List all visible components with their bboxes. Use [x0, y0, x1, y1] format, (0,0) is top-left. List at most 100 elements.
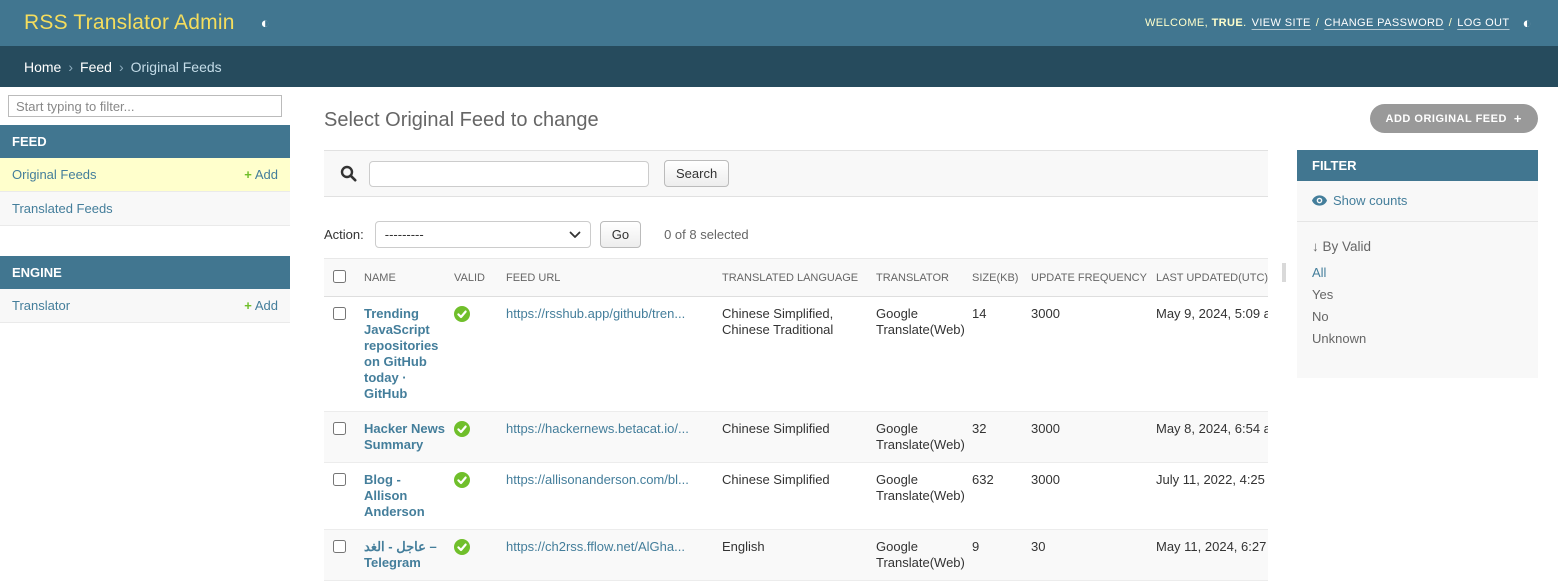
sidebar-section-feed: FEED Original Feeds +Add Translated Feed…	[0, 125, 290, 226]
view-site-link[interactable]: VIEW SITE	[1252, 17, 1311, 29]
feed-url-link[interactable]: https://ch2rss.fflow.net/AlGha...	[506, 539, 714, 555]
filter-group-title: ↓ By Valid	[1297, 222, 1538, 262]
table-row: Trending JavaScript repositories on GitH…	[324, 297, 1268, 412]
filter-options-list: All Yes No Unknown	[1297, 262, 1538, 350]
update-frequency-cell: 30	[1031, 530, 1156, 581]
actions-bar: Action: --------- Go 0 of 8 selected	[324, 221, 1268, 248]
plus-icon: +	[244, 167, 252, 182]
column-header-feed-url: FEED URL	[506, 259, 722, 297]
feed-url-link[interactable]: https://allisonanderson.com/bl...	[506, 472, 714, 488]
breadcrumb-feed[interactable]: Feed	[80, 59, 112, 75]
scroll-indicator	[1282, 263, 1286, 282]
valid-check-icon	[454, 306, 470, 322]
search-icon	[340, 165, 357, 182]
go-button[interactable]: Go	[600, 221, 641, 248]
row-checkbox[interactable]	[333, 540, 346, 553]
filter-group-label: By Valid	[1323, 239, 1372, 254]
site-title-link[interactable]: RSS Translator Admin	[24, 11, 235, 35]
filter-option-yes[interactable]: Yes	[1312, 284, 1523, 306]
plus-icon: +	[244, 298, 252, 313]
column-header-name[interactable]: NAME	[364, 259, 454, 297]
add-label: Add	[255, 167, 278, 182]
last-updated-cell: May 8, 2024, 6:54 a.m.	[1156, 412, 1268, 463]
logout-link[interactable]: LOG OUT	[1457, 17, 1509, 29]
valid-check-icon	[454, 472, 470, 488]
sidebar-section-engine: ENGINE Translator +Add	[0, 256, 290, 323]
main-content: Select Original Feed to change Search Ac…	[290, 87, 1558, 588]
sidebar-section-title: ENGINE	[0, 256, 290, 289]
show-counts-label: Show counts	[1333, 193, 1407, 208]
page-title: Select Original Feed to change	[324, 109, 1538, 132]
feed-name-link[interactable]: Blog - Allison Anderson	[364, 472, 425, 519]
column-header-update-frequency: UPDATE FREQUENCY	[1031, 259, 1156, 297]
filter-option-unknown[interactable]: Unknown	[1312, 328, 1523, 350]
welcome-period: .	[1243, 17, 1246, 29]
feed-url-link[interactable]: https://rsshub.app/github/tren...	[506, 306, 714, 322]
translator-cell: Google Translate(Web)	[876, 463, 972, 530]
action-select[interactable]: ---------	[375, 221, 591, 248]
table-row: Blog - Allison Anderson https://allisona…	[324, 463, 1268, 530]
filter-option-link[interactable]: Unknown	[1312, 331, 1366, 346]
column-header-last-updated: LAST UPDATED(UTC)	[1156, 259, 1268, 297]
feed-name-link[interactable]: عاجل - الغد – Telegram	[364, 539, 437, 570]
breadcrumb-home[interactable]: Home	[24, 59, 61, 75]
filter-panel: FILTER Show counts ↓ By Valid	[1297, 150, 1538, 378]
last-updated-cell: May 9, 2024, 5:09 a.m.	[1156, 297, 1268, 412]
column-header-size: SIZE(KB)	[972, 259, 1031, 297]
row-checkbox[interactable]	[333, 473, 346, 486]
action-selected-option: ---------	[385, 227, 424, 242]
filter-panel-title: FILTER	[1297, 150, 1538, 181]
theme-toggle-icon[interactable]: ◐	[261, 16, 270, 31]
translated-feeds-link[interactable]: Translated Feeds	[12, 201, 113, 216]
filter-option-all[interactable]: All	[1312, 262, 1523, 284]
action-label: Action:	[324, 227, 364, 242]
column-header-valid[interactable]: VALID	[454, 259, 506, 297]
username: TRUE	[1212, 17, 1244, 29]
search-button[interactable]: Search	[664, 160, 729, 187]
welcome-text: WELCOME, TRUE.	[1145, 17, 1247, 29]
select-all-checkbox[interactable]	[333, 270, 346, 283]
last-updated-cell: May 11, 2024, 6:27 a.m.	[1156, 530, 1268, 581]
translator-link[interactable]: Translator	[12, 298, 70, 313]
sort-arrow-icon: ↓	[1312, 239, 1319, 254]
app-header: RSS Translator Admin ◐ WELCOME, TRUE. VI…	[0, 0, 1558, 46]
column-header-translated-language: TRANSLATED LANGUAGE	[722, 259, 876, 297]
user-tools: WELCOME, TRUE. VIEW SITE / CHANGE PASSWO…	[1145, 16, 1532, 31]
breadcrumb: Home › Feed › Original Feeds	[0, 46, 1558, 87]
translator-cell: Google Translate(Web)	[876, 297, 972, 412]
sidebar-item-original-feeds[interactable]: Original Feeds +Add	[0, 158, 290, 192]
sidebar-item-translated-feeds[interactable]: Translated Feeds	[0, 192, 290, 226]
sidebar-filter-input[interactable]	[8, 95, 282, 117]
original-feeds-link[interactable]: Original Feeds	[12, 167, 97, 182]
user-tools-separator: /	[1449, 17, 1452, 29]
row-checkbox[interactable]	[333, 422, 346, 435]
breadcrumb-current: Original Feeds	[131, 59, 222, 75]
column-header-translator: TRANSLATOR	[876, 259, 972, 297]
translator-cell: Google Translate(Web)	[876, 530, 972, 581]
welcome-label: WELCOME,	[1145, 17, 1208, 29]
theme-toggle-icon[interactable]: ◐	[1523, 16, 1532, 31]
show-counts-toggle[interactable]: Show counts	[1297, 181, 1538, 222]
filter-option-link[interactable]: No	[1312, 309, 1329, 324]
feed-name-link[interactable]: Hacker News Summary	[364, 421, 445, 452]
translated-language-cell: Chinese Simplified	[722, 463, 876, 530]
sidebar-item-translator[interactable]: Translator +Add	[0, 289, 290, 323]
feed-name-link[interactable]: Trending JavaScript repositories on GitH…	[364, 306, 438, 401]
row-checkbox[interactable]	[333, 307, 346, 320]
action-counter: 0 of 8 selected	[664, 227, 749, 242]
update-frequency-cell: 3000	[1031, 297, 1156, 412]
user-tools-separator: /	[1316, 17, 1319, 29]
size-cell: 32	[972, 412, 1031, 463]
last-updated-cell: July 11, 2022, 4:25 p.m.	[1156, 463, 1268, 530]
search-input[interactable]	[369, 161, 649, 187]
feed-url-link[interactable]: https://hackernews.betacat.io/...	[506, 421, 714, 437]
add-original-feed-link[interactable]: +Add	[244, 167, 278, 182]
filter-option-no[interactable]: No	[1312, 306, 1523, 328]
table-row: Hacker News Summary https://hackernews.b…	[324, 412, 1268, 463]
size-cell: 14	[972, 297, 1031, 412]
filter-option-link[interactable]: All	[1312, 265, 1326, 280]
change-password-link[interactable]: CHANGE PASSWORD	[1324, 17, 1443, 29]
add-translator-link[interactable]: +Add	[244, 298, 278, 313]
filter-option-link[interactable]: Yes	[1312, 287, 1333, 302]
sidebar-section-title: FEED	[0, 125, 290, 158]
